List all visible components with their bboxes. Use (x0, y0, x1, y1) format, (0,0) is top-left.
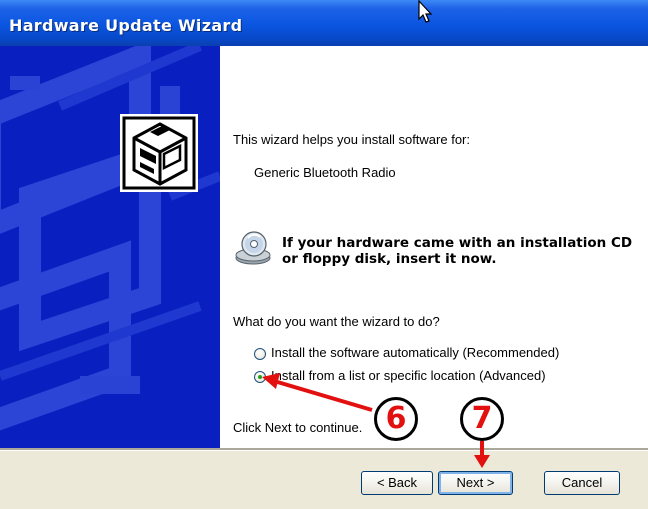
wizard-banner (0, 46, 220, 448)
footer-hint: Click Next to continue. (233, 420, 363, 435)
radio-selected-dot (258, 375, 262, 379)
radio-install-from-list[interactable] (254, 371, 266, 383)
button-bar: < Back Next > Cancel (0, 451, 648, 509)
radio-install-automatically[interactable] (254, 348, 266, 360)
step-7-badge: 7 (460, 397, 504, 441)
hardware-update-wizard-window: Hardware Update Wizard This wizard helps… (0, 0, 648, 509)
next-button[interactable]: Next > (438, 471, 513, 495)
device-name: Generic Bluetooth Radio (254, 165, 396, 180)
window-title: Hardware Update Wizard (9, 16, 243, 35)
step-6-badge: 6 (374, 397, 418, 441)
cd-notice-line1: If your hardware came with an installati… (282, 235, 633, 251)
title-bar[interactable]: Hardware Update Wizard (0, 0, 648, 46)
option-automatic-label[interactable]: Install the software automatically (Reco… (271, 345, 559, 360)
back-button[interactable]: < Back (361, 471, 433, 495)
option-advanced-label[interactable]: Install from a list or specific location… (271, 368, 546, 383)
wizard-content: This wizard helps you install software f… (220, 46, 648, 448)
cancel-button[interactable]: Cancel (544, 471, 620, 495)
cd-icon (235, 231, 271, 265)
intro-text: This wizard helps you install software f… (233, 132, 470, 147)
question-text: What do you want the wizard to do? (233, 314, 440, 329)
banner-art (0, 46, 220, 448)
cd-notice-line2: or floppy disk, insert it now. (282, 251, 497, 267)
cursor-icon (418, 0, 433, 23)
hardware-icon (120, 114, 198, 192)
